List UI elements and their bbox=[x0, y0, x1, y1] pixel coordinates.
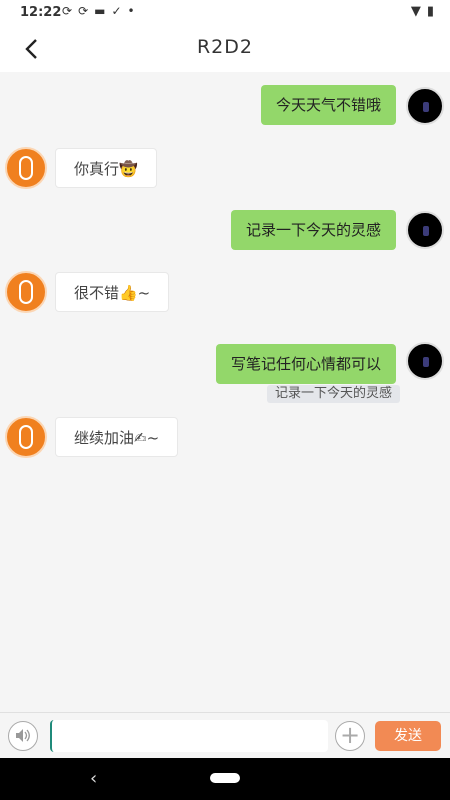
avatar[interactable] bbox=[5, 416, 47, 458]
message-bubble-outgoing[interactable]: 今天天气不错哦 bbox=[260, 85, 396, 125]
system-nav-bar: ‹ bbox=[0, 758, 450, 800]
message-bubble-incoming[interactable]: 很不错👍~ bbox=[55, 272, 170, 312]
wifi-icon: ▼ bbox=[410, 4, 421, 19]
message-bubble-outgoing[interactable]: 写笔记任何心情都可以 bbox=[215, 344, 396, 384]
avatar[interactable] bbox=[5, 271, 47, 313]
page-title: R2D2 bbox=[196, 36, 253, 58]
chat-header: R2D2 bbox=[0, 26, 450, 72]
battery-icon: ▮ bbox=[426, 4, 434, 19]
avatar[interactable] bbox=[5, 147, 47, 189]
input-bar: + 发送 bbox=[0, 712, 450, 759]
status-bar: 12:22 ⟳ ⟳ ▬ ✓ • ▼ ▮ bbox=[0, 0, 450, 26]
nav-home-pill[interactable] bbox=[210, 773, 240, 783]
message-tag[interactable]: 记录一下今天的灵感 bbox=[266, 385, 400, 403]
check-icon: ✓ bbox=[111, 4, 122, 18]
chat-list[interactable]: 今天天气不错哦 你真行🤠 记录一下今天的灵感 很不错👍~ 写笔记任何心情都可以 … bbox=[0, 72, 450, 712]
dot-icon: • bbox=[127, 4, 135, 18]
avatar[interactable] bbox=[406, 87, 444, 125]
plus-button[interactable]: + bbox=[335, 721, 365, 751]
sync-icon: ⟳ bbox=[62, 4, 73, 18]
voice-button[interactable] bbox=[8, 721, 38, 751]
message-icon: ▬ bbox=[94, 4, 106, 18]
send-button[interactable]: 发送 bbox=[375, 721, 441, 751]
sync-icon: ⟳ bbox=[78, 4, 89, 18]
avatar[interactable] bbox=[406, 342, 444, 380]
message-bubble-incoming[interactable]: 你真行🤠 bbox=[55, 148, 157, 188]
avatar[interactable] bbox=[406, 211, 444, 249]
status-time: 12:22 bbox=[20, 5, 62, 20]
plus-icon: + bbox=[339, 721, 361, 749]
message-bubble-outgoing[interactable]: 记录一下今天的灵感 bbox=[230, 210, 396, 250]
message-bubble-incoming[interactable]: 继续加油✍~ bbox=[55, 417, 179, 457]
nav-back-icon[interactable]: ‹ bbox=[90, 768, 97, 789]
speaker-icon bbox=[16, 729, 30, 742]
message-input[interactable] bbox=[50, 720, 328, 752]
